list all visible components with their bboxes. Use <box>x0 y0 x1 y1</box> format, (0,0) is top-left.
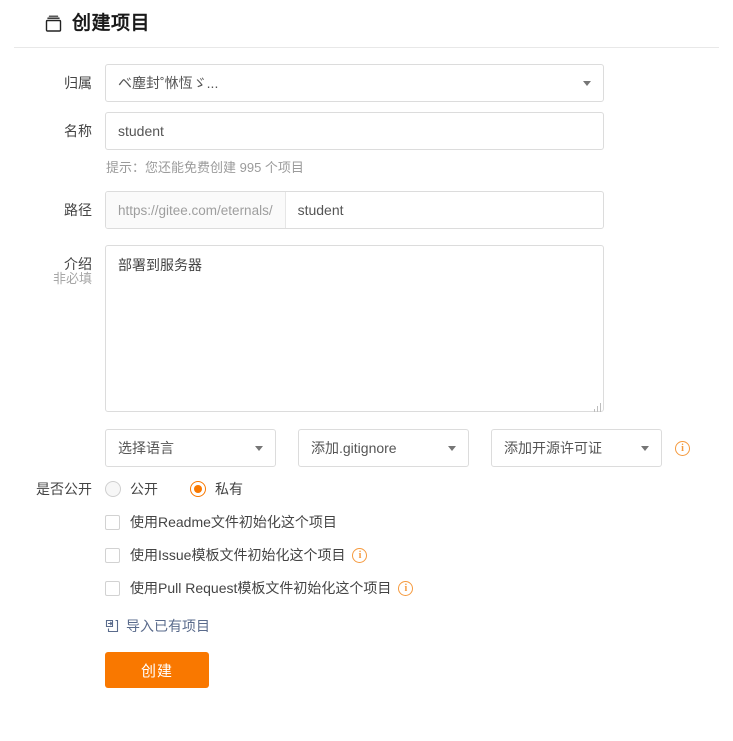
import-icon <box>105 619 119 633</box>
gitignore-select-value: 添加.gitignore <box>311 440 397 456</box>
visibility-radio-private[interactable]: 私有 <box>190 479 243 499</box>
owner-label: 归属 <box>64 75 92 91</box>
info-icon[interactable]: i <box>398 580 414 596</box>
chevron-down-icon <box>255 445 263 451</box>
visibility-public-label: 公开 <box>130 481 158 497</box>
name-row: 名称 提示：您还能免费创建 995 个项目 <box>0 112 733 181</box>
radio-icon-public <box>105 481 121 497</box>
page-header: 创建项目 <box>14 0 719 48</box>
language-select-value: 选择语言 <box>118 440 174 456</box>
radio-icon-private <box>190 481 206 497</box>
project-options-row: 选择语言 添加.gitignore 添加开源许可证 i <box>105 429 733 467</box>
license-select[interactable]: 添加开源许可证 <box>491 429 662 467</box>
submit-row: 创建 <box>105 652 733 688</box>
checkbox-icon-issue-template[interactable] <box>105 547 120 563</box>
visibility-row: 是否公开 公开 私有 <box>0 479 733 499</box>
checkbox-icon-pr-template[interactable] <box>105 580 120 596</box>
visibility-label: 是否公开 <box>36 481 92 497</box>
visibility-private-label: 私有 <box>215 481 243 497</box>
name-hint: 提示：您还能免费创建 995 个项目 <box>106 160 304 175</box>
info-icon[interactable]: i <box>352 547 368 563</box>
checkbox-icon-readme[interactable] <box>105 514 120 530</box>
owner-select[interactable]: ベ塵封˚恘恆ゞ... <box>105 64 604 102</box>
description-field: 部署到服务器 <box>105 245 604 415</box>
import-project-link[interactable]: 导入已有项目 <box>126 616 210 636</box>
import-project-row: 导入已有项目 <box>105 616 733 636</box>
path-prefix: https://gitee.com/eternals/ <box>106 192 286 228</box>
gitignore-select[interactable]: 添加.gitignore <box>298 429 469 467</box>
create-project-form: 归属 ベ塵封˚恘恆ゞ... 名称 提示：您还能免费创建 995 个项目 路径 h… <box>0 48 733 688</box>
checkbox-row-issue-template[interactable]: 使用Issue模板文件初始化这个项目 i <box>105 545 733 565</box>
chevron-down-icon <box>641 445 649 451</box>
name-field: 提示：您还能免费创建 995 个项目 <box>105 112 604 181</box>
path-input[interactable] <box>285 192 603 228</box>
path-field: https://gitee.com/eternals/ <box>105 191 604 229</box>
checkbox-row-readme[interactable]: 使用Readme文件初始化这个项目 <box>105 512 733 532</box>
path-input-group: https://gitee.com/eternals/ <box>105 191 604 229</box>
page-title: 创建项目 <box>72 13 151 34</box>
chevron-down-icon <box>583 80 591 86</box>
info-icon[interactable]: i <box>675 440 690 456</box>
owner-select-value: ベ塵封˚恘恆ゞ... <box>118 75 219 91</box>
create-button[interactable]: 创建 <box>105 652 209 688</box>
name-label: 名称 <box>64 123 92 139</box>
checkbox-label-issue-template: 使用Issue模板文件初始化这个项目 <box>130 547 346 563</box>
path-label: 路径 <box>64 202 92 218</box>
description-label: 介绍 非必填 <box>0 245 105 286</box>
name-input[interactable] <box>105 112 604 150</box>
description-label-text: 介绍 <box>64 256 92 272</box>
description-textarea[interactable]: 部署到服务器 <box>105 245 604 412</box>
language-select[interactable]: 选择语言 <box>105 429 276 467</box>
checkbox-label-readme: 使用Readme文件初始化这个项目 <box>130 514 337 530</box>
description-sub-label: 非必填 <box>52 271 92 286</box>
checkbox-row-pr-template[interactable]: 使用Pull Request模板文件初始化这个项目 i <box>105 578 733 598</box>
visibility-radio-public[interactable]: 公开 <box>105 479 158 499</box>
description-row: 介绍 非必填 部署到服务器 <box>0 245 733 415</box>
repository-icon <box>45 15 62 32</box>
owner-field: ベ塵封˚恘恆ゞ... <box>105 64 604 102</box>
license-select-value: 添加开源许可证 <box>504 440 602 456</box>
chevron-down-icon <box>448 445 456 451</box>
checkbox-label-pr-template: 使用Pull Request模板文件初始化这个项目 <box>130 580 392 596</box>
owner-row: 归属 ベ塵封˚恘恆ゞ... <box>0 64 733 102</box>
path-row: 路径 https://gitee.com/eternals/ <box>0 191 733 229</box>
